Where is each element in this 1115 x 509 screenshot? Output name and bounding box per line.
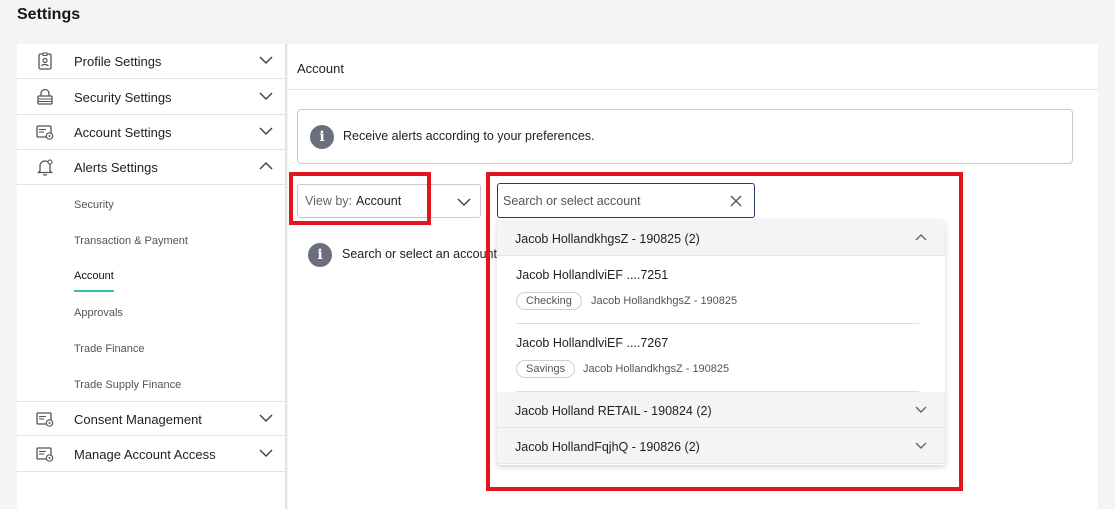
profile-badge-icon	[38, 52, 52, 70]
sidebar-item-alerts-settings[interactable]: Alerts Settings	[17, 150, 287, 185]
sidebar-subitem-transaction-payment[interactable]: Transaction & Payment	[74, 235, 188, 247]
highlight-box	[289, 172, 431, 225]
settings-sidebar: Profile Settings Security Settings Accou…	[17, 44, 287, 509]
sidebar-subitem-security[interactable]: Security	[74, 199, 114, 211]
chevron-down-icon	[259, 92, 273, 101]
sidebar-subitem-account[interactable]: Account	[74, 270, 114, 282]
sidebar-item-consent-management[interactable]: Consent Management	[17, 401, 287, 436]
info-icon: i	[310, 125, 334, 149]
sidebar-subitem-trade-finance[interactable]: Trade Finance	[74, 343, 145, 355]
sidebar-item-label: Profile Settings	[74, 54, 162, 69]
sidebar-subitem-trade-supply-finance[interactable]: Trade Supply Finance	[74, 379, 181, 391]
sidebar-subitem-approvals[interactable]: Approvals	[74, 307, 123, 319]
account-access-icon	[36, 447, 54, 462]
sidebar-item-label: Security Settings	[74, 90, 172, 105]
highlight-box	[486, 172, 963, 491]
section-title: Account	[297, 61, 344, 76]
chevron-down-icon	[259, 414, 273, 423]
sidebar-item-label: Consent Management	[74, 412, 202, 427]
empty-hint-text: Search or select an account	[342, 247, 497, 261]
divider	[288, 89, 1098, 90]
sidebar-item-label: Alerts Settings	[74, 160, 158, 175]
chevron-down-icon	[259, 56, 273, 65]
info-icon: i	[308, 243, 332, 267]
sidebar-item-profile-settings[interactable]: Profile Settings	[17, 44, 287, 79]
chevron-down-icon	[259, 127, 273, 136]
consent-settings-icon	[36, 412, 54, 427]
page-title: Settings	[17, 6, 81, 23]
active-indicator	[74, 290, 114, 292]
info-banner-text: Receive alerts according to your prefere…	[343, 129, 595, 143]
sidebar-item-manage-account-access[interactable]: Manage Account Access	[17, 437, 287, 472]
bell-gear-icon	[36, 159, 54, 176]
sidebar-item-label: Account Settings	[74, 125, 172, 140]
info-banner: i Receive alerts according to your prefe…	[297, 109, 1073, 164]
chevron-down-icon	[259, 449, 273, 458]
chevron-up-icon	[259, 161, 273, 170]
sidebar-item-label: Manage Account Access	[74, 447, 216, 462]
sidebar-item-account-settings[interactable]: Account Settings	[17, 115, 287, 150]
sidebar-item-security-settings[interactable]: Security Settings	[17, 80, 287, 115]
account-settings-icon	[36, 125, 54, 140]
lock-icon	[37, 88, 53, 105]
chevron-down-icon	[457, 198, 471, 207]
